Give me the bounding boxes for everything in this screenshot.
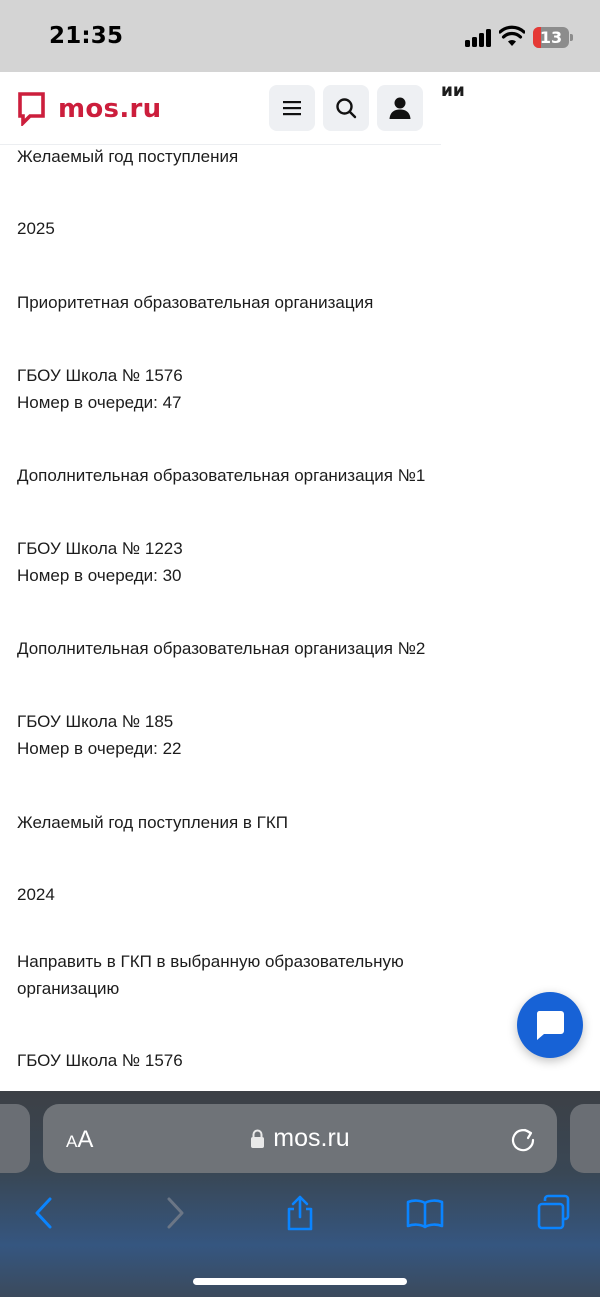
next-tab-peek[interactable] bbox=[570, 1104, 600, 1173]
lock-icon bbox=[251, 1129, 265, 1148]
profile-icon bbox=[389, 97, 411, 119]
battery-level: 13 bbox=[539, 28, 563, 47]
back-icon bbox=[35, 1197, 52, 1229]
logo-text: mos.ru bbox=[58, 94, 162, 124]
additional-org-1-queue: Номер в очереди: 30 bbox=[17, 566, 182, 585]
gkp-direction-label-line1: Направить в ГКП в выбранную образователь… bbox=[17, 952, 404, 971]
priority-org-label: Приоритетная образовательная организация bbox=[17, 293, 374, 312]
mos-logo[interactable]: mos.ru bbox=[17, 91, 161, 127]
status-time: 21:35 bbox=[49, 23, 124, 49]
reload-icon[interactable] bbox=[509, 1125, 537, 1153]
forward-button[interactable] bbox=[155, 1193, 195, 1233]
chat-button[interactable] bbox=[517, 992, 583, 1058]
gkp-year-label: Желаемый год поступления в ГКП bbox=[17, 813, 288, 832]
additional-org-1-name: ГБОУ Школа № 1223 bbox=[17, 539, 183, 558]
share-button[interactable] bbox=[280, 1193, 320, 1233]
battery-icon: 13 bbox=[533, 27, 569, 48]
share-icon bbox=[287, 1195, 313, 1231]
url-text: mos.ru bbox=[273, 1124, 350, 1152]
desired-year-value: 2025 bbox=[17, 219, 55, 238]
wifi-icon bbox=[499, 25, 525, 46]
gkp-year-value: 2024 bbox=[17, 885, 55, 904]
url-display[interactable]: mos.ru bbox=[43, 1124, 557, 1153]
additional-org-2-queue: Номер в очереди: 22 bbox=[17, 739, 182, 758]
priority-org-queue: Номер в очереди: 47 bbox=[17, 393, 182, 412]
logo-mark-icon bbox=[18, 92, 45, 126]
menu-icon bbox=[283, 101, 301, 116]
tabs-icon bbox=[537, 1194, 570, 1230]
forward-icon bbox=[167, 1197, 184, 1229]
address-bar[interactable]: AA mos.ru bbox=[43, 1104, 557, 1173]
page-title-fragment: ии bbox=[441, 81, 465, 101]
previous-tab-peek[interactable] bbox=[0, 1104, 30, 1173]
additional-org-2-name: ГБОУ Школа № 185 bbox=[17, 712, 174, 731]
search-button[interactable] bbox=[323, 85, 369, 131]
menu-button[interactable] bbox=[269, 85, 315, 131]
browser-chrome: AA mos.ru bbox=[0, 1091, 600, 1297]
battery-cap bbox=[570, 34, 573, 41]
tabs-button[interactable] bbox=[534, 1193, 574, 1233]
site-header: mos.ru bbox=[0, 72, 441, 145]
gkp-direction-value: ГБОУ Школа № 1576 bbox=[17, 1051, 183, 1070]
additional-org-1-label: Дополнительная образовательная организац… bbox=[17, 466, 426, 485]
search-icon bbox=[336, 98, 357, 119]
priority-org-name: ГБОУ Школа № 1576 bbox=[17, 366, 183, 385]
status-bar: 21:35 13 bbox=[0, 0, 600, 72]
back-button[interactable] bbox=[24, 1193, 64, 1233]
profile-button[interactable] bbox=[377, 85, 423, 131]
additional-org-2-label: Дополнительная образовательная организац… bbox=[17, 639, 426, 658]
desired-year-label: Желаемый год поступления bbox=[17, 147, 239, 166]
home-indicator bbox=[193, 1278, 407, 1285]
chat-icon bbox=[536, 1011, 564, 1040]
bookmarks-icon bbox=[406, 1199, 444, 1229]
bookmarks-button[interactable] bbox=[405, 1193, 445, 1233]
signal-icon bbox=[465, 28, 493, 47]
gkp-direction-label-line2: организацию bbox=[17, 979, 120, 998]
